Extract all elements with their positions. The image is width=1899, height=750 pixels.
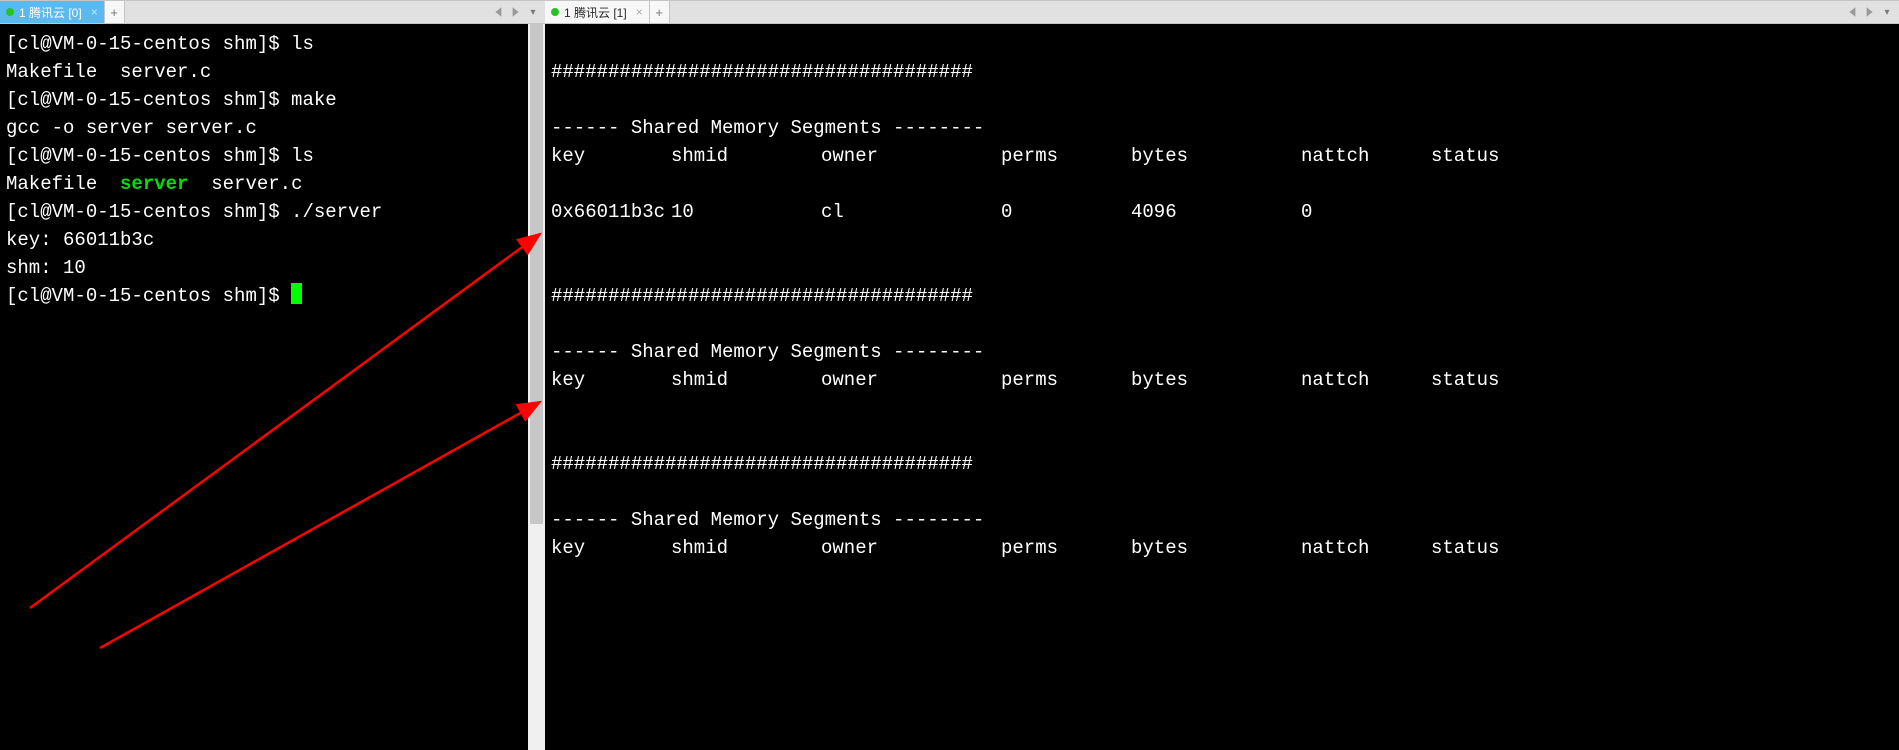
prompt: [cl@VM-0-15-centos shm]$: [6, 201, 291, 223]
chevron-down-icon[interactable]: ▾: [525, 1, 541, 23]
tab-label: 1 腾讯云 [0]: [19, 4, 82, 21]
chevron-down-icon[interactable]: ▾: [1879, 1, 1895, 23]
section-header: ------ Shared Memory Segments --------: [551, 117, 984, 139]
new-tab-button[interactable]: +: [105, 1, 125, 23]
close-icon[interactable]: ×: [636, 5, 643, 19]
scrollbar-left[interactable]: [528, 24, 545, 750]
hdr-nattch: nattch: [1301, 366, 1431, 394]
cell-nattch: 0: [1301, 198, 1431, 226]
tab-label: 1 腾讯云 [1]: [564, 4, 627, 21]
tabbar-right-controls: ▾: [493, 1, 545, 23]
cell-owner: cl: [821, 198, 1001, 226]
hdr-nattch: nattch: [1301, 534, 1431, 562]
hdr-owner: owner: [821, 142, 1001, 170]
hdr-key: key: [551, 142, 671, 170]
tabbar-right-controls: ▾: [1847, 1, 1899, 23]
hdr-status: status: [1431, 366, 1499, 394]
prompt: [cl@VM-0-15-centos shm]$: [6, 33, 291, 55]
section-header: ------ Shared Memory Segments --------: [551, 341, 984, 363]
output-key: key: 66011b3c: [6, 229, 154, 251]
hdr-bytes: bytes: [1131, 534, 1301, 562]
tabbar-right: 1 腾讯云 [1] × + ▾: [545, 0, 1899, 24]
cmd-ls-2: ls: [291, 145, 314, 167]
pane-left: 1 腾讯云 [0] × + ▾ [cl@VM-0-15-centos shm]$…: [0, 0, 545, 750]
divider: #####################################: [551, 453, 973, 475]
status-dot-icon: [551, 8, 559, 16]
section-header: ------ Shared Memory Segments --------: [551, 509, 984, 531]
divider: #####################################: [551, 61, 973, 83]
output-ls-post: server.c: [188, 173, 302, 195]
hdr-shmid: shmid: [671, 366, 821, 394]
terminal-right[interactable]: ##################################### --…: [545, 24, 1899, 750]
hdr-bytes: bytes: [1131, 142, 1301, 170]
hdr-key: key: [551, 366, 671, 394]
cmd-make: make: [291, 89, 337, 111]
hdr-status: status: [1431, 534, 1499, 562]
cell-shmid: 10: [671, 198, 821, 226]
output-make: gcc -o server server.c: [6, 117, 257, 139]
hdr-owner: owner: [821, 366, 1001, 394]
prev-tab-icon[interactable]: [493, 6, 505, 18]
divider: #####################################: [551, 285, 973, 307]
hdr-nattch: nattch: [1301, 142, 1431, 170]
output-shm: shm: 10: [6, 257, 86, 279]
cursor-icon: [291, 283, 302, 304]
scroll-thumb[interactable]: [530, 24, 543, 524]
cell-key: 0x66011b3c: [551, 198, 671, 226]
hdr-owner: owner: [821, 534, 1001, 562]
prompt: [cl@VM-0-15-centos shm]$: [6, 89, 291, 111]
next-tab-icon[interactable]: [509, 6, 521, 18]
tabbar-left: 1 腾讯云 [0] × + ▾: [0, 0, 545, 24]
hdr-perms: perms: [1001, 142, 1131, 170]
hdr-shmid: shmid: [671, 142, 821, 170]
prompt: [cl@VM-0-15-centos shm]$: [6, 145, 291, 167]
output-ls-1: Makefile server.c: [6, 61, 211, 83]
next-tab-icon[interactable]: [1863, 6, 1875, 18]
new-tab-button[interactable]: +: [650, 1, 670, 23]
cmd-server: ./server: [291, 201, 382, 223]
output-ls-pre: Makefile: [6, 173, 120, 195]
hdr-status: status: [1431, 142, 1499, 170]
hdr-bytes: bytes: [1131, 366, 1301, 394]
cell-perms: 0: [1001, 198, 1131, 226]
cmd-ls-1: ls: [291, 33, 314, 55]
close-icon[interactable]: ×: [91, 5, 98, 19]
output-ls-exec: server: [120, 173, 188, 195]
tab-left-active[interactable]: 1 腾讯云 [0] ×: [0, 1, 105, 23]
pane-right: 1 腾讯云 [1] × + ▾ ########################…: [545, 0, 1899, 750]
terminal-left[interactable]: [cl@VM-0-15-centos shm]$ ls Makefile ser…: [0, 24, 545, 750]
prev-tab-icon[interactable]: [1847, 6, 1859, 18]
tab-right-active[interactable]: 1 腾讯云 [1] ×: [545, 1, 650, 23]
hdr-perms: perms: [1001, 534, 1131, 562]
hdr-shmid: shmid: [671, 534, 821, 562]
prompt: [cl@VM-0-15-centos shm]$: [6, 285, 291, 307]
cell-bytes: 4096: [1131, 198, 1301, 226]
hdr-key: key: [551, 534, 671, 562]
hdr-perms: perms: [1001, 366, 1131, 394]
status-dot-icon: [6, 8, 14, 16]
